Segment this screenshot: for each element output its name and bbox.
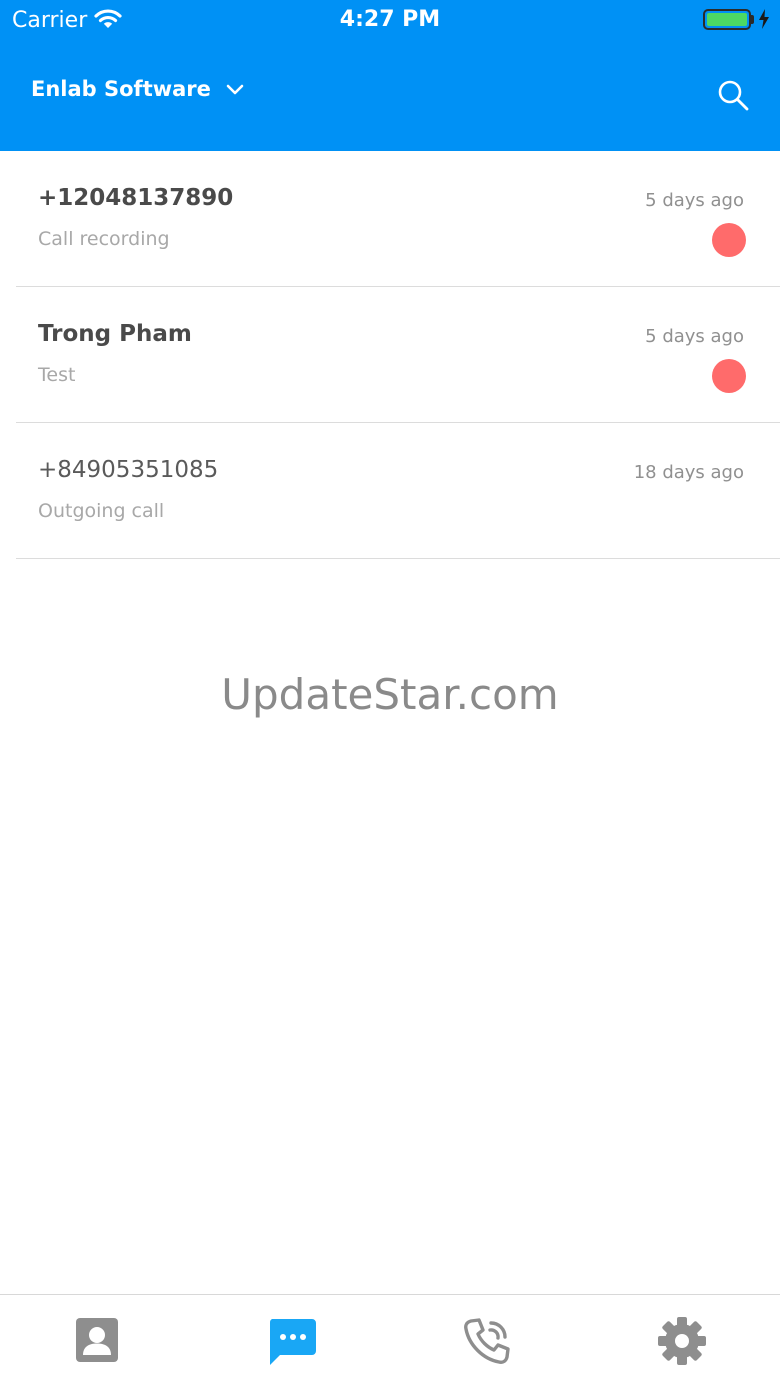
conversation-time: 18 days ago bbox=[633, 462, 744, 483]
conversation-title: +84905351085 bbox=[38, 457, 219, 483]
app-header: Carrier 4:27 PM Enlab Software bbox=[0, 0, 780, 151]
conversation-subtitle: Test bbox=[38, 364, 76, 386]
tab-settings[interactable] bbox=[656, 1315, 708, 1367]
tab-messages[interactable] bbox=[266, 1315, 318, 1367]
conversation-row[interactable]: +12048137890 Call recording 5 days ago bbox=[16, 151, 780, 287]
conversation-row[interactable]: +84905351085 Outgoing call 18 days ago bbox=[16, 423, 780, 559]
conversation-time: 5 days ago bbox=[645, 190, 744, 211]
contacts-icon bbox=[71, 1318, 123, 1371]
gear-icon bbox=[656, 1317, 708, 1371]
battery-icon bbox=[703, 9, 751, 30]
nav-bar: Enlab Software bbox=[0, 70, 780, 120]
tab-bar bbox=[0, 1294, 780, 1387]
status-bar: Carrier 4:27 PM bbox=[0, 0, 780, 40]
tab-calls[interactable] bbox=[461, 1315, 513, 1367]
org-name: Enlab Software bbox=[31, 77, 211, 101]
org-switcher[interactable]: Enlab Software bbox=[31, 77, 244, 101]
chevron-down-icon bbox=[226, 81, 244, 100]
tab-contacts[interactable] bbox=[71, 1315, 123, 1367]
search-icon[interactable] bbox=[716, 78, 750, 116]
unread-badge bbox=[712, 359, 746, 393]
conversation-subtitle: Outgoing call bbox=[38, 500, 165, 522]
battery-tip bbox=[751, 15, 754, 24]
conversation-row[interactable]: Trong Pham Test 5 days ago bbox=[16, 287, 780, 423]
status-time: 4:27 PM bbox=[339, 7, 441, 32]
conversation-title: +12048137890 bbox=[38, 185, 234, 211]
charging-icon bbox=[758, 8, 770, 34]
conversation-time: 5 days ago bbox=[645, 326, 744, 347]
unread-badge bbox=[712, 223, 746, 257]
conversation-subtitle: Call recording bbox=[38, 228, 170, 250]
messages-icon bbox=[266, 1319, 318, 1371]
calls-icon bbox=[461, 1318, 513, 1371]
watermark-text: UpdateStar.com bbox=[221, 670, 559, 719]
conversation-title: Trong Pham bbox=[38, 321, 192, 347]
conversation-list: +12048137890 Call recording 5 days ago T… bbox=[0, 151, 780, 559]
